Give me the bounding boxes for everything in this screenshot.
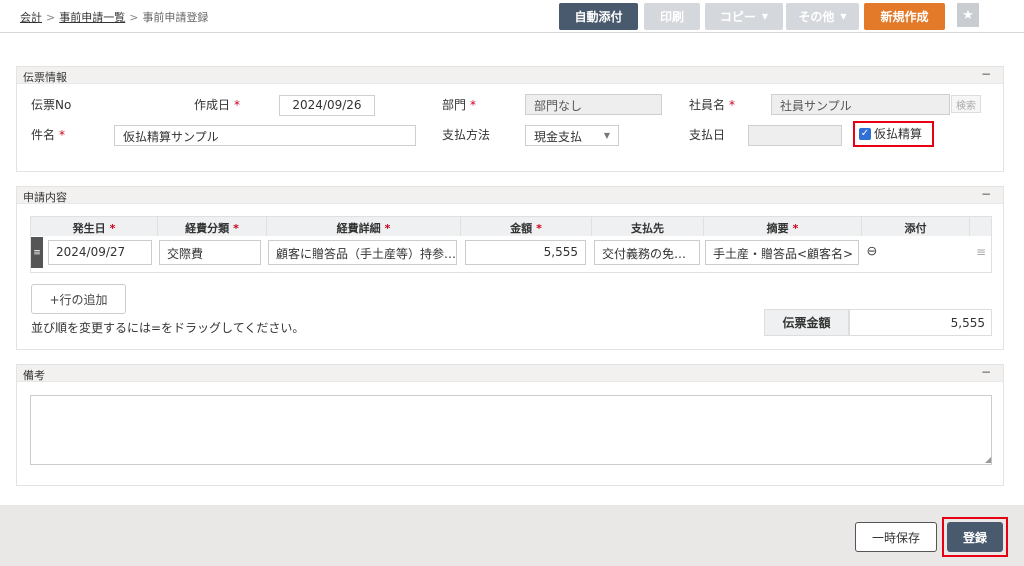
required-mark: * (792, 222, 799, 235)
created-date-field[interactable]: 2024/09/26 (279, 95, 375, 116)
required-mark: * (384, 222, 391, 235)
chevron-down-icon: ▼ (840, 12, 847, 21)
row-category-input[interactable]: 交際費 (159, 240, 261, 265)
total-amount-label: 伝票金額 (764, 309, 849, 336)
remarks-textarea[interactable] (30, 395, 992, 465)
new-label: 新規作成 (880, 10, 929, 24)
column-header-memo: 摘要 * (704, 217, 862, 236)
column-category-label: 経費分類 (185, 222, 230, 235)
advance-settlement-label: 仮払精算 (874, 127, 923, 141)
advance-settlement-checkbox[interactable]: ✓ 仮払精算 (859, 125, 922, 142)
copy-dropdown-button[interactable]: コピー ▼ (705, 3, 783, 30)
chevron-down-icon: ▼ (603, 131, 610, 140)
reorder-instructions: 並び順を変更するには=をドラッグしてください。 (31, 321, 305, 335)
column-header-attachment: 添付 (862, 217, 970, 236)
breadcrumb-separator: > (46, 11, 56, 24)
print-label: 印刷 (659, 10, 684, 24)
collapse-button[interactable]: − (981, 365, 991, 379)
subject-label: 件名 * (31, 126, 65, 143)
created-date-label-text: 作成日 (194, 98, 231, 112)
created-date-label: 作成日 * (194, 96, 240, 113)
required-mark: * (470, 98, 477, 112)
add-row-button[interactable]: +行の追加 (31, 284, 126, 314)
row-detail-input[interactable]: 顧客に贈答品（手土産等）持参… (268, 240, 457, 265)
new-button[interactable]: 新規作成 (864, 3, 945, 30)
top-bar: 会計 > 事前申請一覧 > 事前申請登録 自動添付 印刷 コピー ▼ その他 ▼ 新規作成 … (0, 0, 1024, 33)
paperclip-icon[interactable]: ⊘ (862, 242, 880, 260)
employee-name-field[interactable]: 社員サンプル (771, 94, 950, 115)
register-button[interactable]: 登録 (947, 522, 1003, 552)
employee-search-button[interactable]: 検索 (951, 95, 981, 113)
payment-method-select[interactable]: 現金支払 ▼ (525, 125, 619, 146)
payment-date-label: 支払日 (689, 128, 726, 142)
resize-handle-icon[interactable]: ◢ (985, 455, 1001, 484)
collapse-button[interactable]: − (981, 67, 991, 81)
drag-handle-icon[interactable]: ≡ (31, 237, 43, 268)
total-amount-value: 5,555 (849, 309, 992, 336)
required-mark: * (109, 222, 116, 235)
column-detail-label: 経費詳細 (336, 222, 381, 235)
column-attachment-label: 添付 (904, 222, 927, 235)
row-date-input[interactable]: 2024/09/27 (48, 240, 152, 265)
row-payee-input[interactable]: 交付義務の免… (594, 240, 700, 265)
panel-title: 申請内容 (23, 191, 67, 204)
breadcrumb-list-link[interactable]: 事前申請一覧 (59, 11, 125, 24)
column-date-label: 発生日 (72, 222, 106, 235)
breadcrumb-accounting-link[interactable]: 会計 (20, 11, 42, 24)
auto-attach-label: 自動添付 (574, 10, 623, 24)
other-dropdown-button[interactable]: その他 ▼ (786, 3, 859, 30)
breadcrumb: 会計 > 事前申請一覧 > 事前申請登録 (20, 9, 208, 25)
panel-header: 申請内容 − (17, 187, 1003, 204)
panel-title: 備考 (23, 369, 45, 382)
checkbox-checked-icon: ✓ (859, 127, 871, 140)
column-payee-label: 支払先 (631, 222, 664, 235)
subject-label-text: 件名 (31, 128, 56, 142)
collapse-button[interactable]: − (981, 187, 991, 201)
panel-header: 伝票情報 − (17, 67, 1003, 84)
chevron-down-icon: ▼ (761, 12, 769, 21)
payment-method-value: 現金支払 (534, 130, 583, 144)
column-header-amount: 金額 * (461, 217, 592, 236)
slip-no-label: 伝票No (31, 98, 72, 112)
required-mark: * (536, 222, 542, 235)
slip-info-panel: 伝票情報 − 伝票No 作成日 * 2024/09/26 部門 * 部門なし 社員名… (16, 66, 1004, 172)
row-amount-input[interactable]: 5,555 (465, 240, 586, 265)
column-amount-label: 金額 (510, 222, 533, 235)
drag-handle-icon[interactable]: ≡ (976, 245, 986, 259)
copy-label: コピー (719, 10, 756, 24)
employee-name-label-text: 社員名 (689, 98, 726, 112)
column-header-category: 経費分類 * (158, 217, 267, 236)
expense-table: 発生日 * 経費分類 * 経費詳細 * 金額 * 支払先 摘要 * 添付 ≡ 2024/0… (30, 216, 992, 273)
column-header-payee: 支払先 (592, 217, 704, 236)
breadcrumb-current: 事前申請登録 (142, 11, 209, 24)
subject-input[interactable]: 仮払精算サンプル (114, 125, 416, 146)
application-content-panel: 申請内容 − 発生日 * 経費分類 * 経費詳細 * 金額 * 支払先 摘要 * 添付 ≡… (16, 186, 1004, 350)
department-label-text: 部門 (442, 98, 467, 112)
required-mark: * (59, 128, 66, 142)
required-mark: * (234, 98, 241, 112)
save-draft-button[interactable]: 一時保存 (855, 522, 937, 552)
panel-title: 伝票情報 (23, 71, 67, 84)
main-content: 伝票情報 − 伝票No 作成日 * 2024/09/26 部門 * 部門なし 社員名… (0, 33, 1024, 505)
required-mark: * (729, 98, 736, 112)
row-memo-input[interactable]: 手土産・贈答品<顧客名> (705, 240, 859, 265)
department-field[interactable]: 部門なし (525, 94, 662, 115)
column-header-detail: 経費詳細 * (267, 217, 461, 236)
employee-name-label: 社員名 * (689, 96, 735, 113)
star-icon[interactable]: ★ (957, 3, 979, 27)
breadcrumb-separator: > (129, 11, 139, 24)
print-button[interactable]: 印刷 (644, 3, 700, 30)
column-header-date: 発生日 * (31, 217, 158, 236)
column-header-handle (970, 217, 991, 236)
footer-bar: 一時保存 登録 (0, 505, 1024, 566)
panel-header: 備考 − (17, 365, 1003, 382)
payment-method-label: 支払方法 (442, 128, 491, 142)
department-label: 部門 * (442, 96, 476, 113)
auto-attach-button[interactable]: 自動添付 (559, 3, 638, 30)
column-memo-label: 摘要 (766, 222, 789, 235)
other-label: その他 (798, 10, 835, 24)
required-mark: * (233, 222, 239, 235)
remarks-panel: 備考 − ◢ (16, 364, 1004, 486)
payment-date-field[interactable] (748, 125, 842, 146)
